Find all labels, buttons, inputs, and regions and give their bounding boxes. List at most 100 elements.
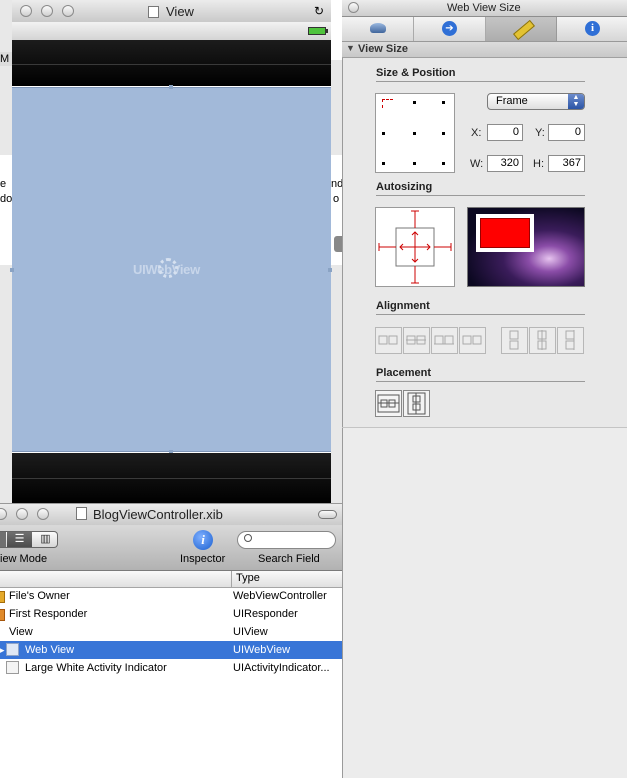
align-vertical-centers-button[interactable] (529, 327, 556, 354)
xib-minimize-button[interactable] (16, 508, 28, 520)
center-horizontally-button[interactable] (375, 390, 402, 417)
size-tab[interactable] (486, 17, 557, 41)
ruler-icon (513, 19, 535, 41)
column-divider[interactable] (231, 571, 232, 587)
autosizing-preview-frame (476, 214, 534, 252)
activity-indicator-icon[interactable] (158, 258, 178, 278)
table-row[interactable]: View UIView (0, 623, 342, 641)
x-field[interactable]: 0 (487, 124, 523, 141)
table-header (0, 571, 342, 588)
align-top-edges-button[interactable] (501, 327, 528, 354)
view-minimize-button[interactable] (41, 5, 53, 17)
row-type: UIResponder (233, 608, 298, 620)
background-window-right (331, 60, 342, 503)
align-left-edges-button[interactable] (375, 327, 402, 354)
column-view-icon[interactable]: ▥ (34, 532, 57, 547)
activity-indicator-object-icon (6, 661, 19, 674)
y-label: Y: (535, 127, 545, 139)
info-icon: i (585, 21, 600, 36)
center-vertically-button[interactable] (403, 390, 430, 417)
inspector-empty-area (343, 428, 627, 778)
x-label: X: (471, 127, 482, 139)
autosizing-control[interactable] (375, 207, 455, 287)
table-row[interactable]: File's Owner WebViewController (0, 587, 342, 605)
row-type: UIView (233, 626, 268, 638)
row-type: UIActivityIndicator... (233, 662, 330, 674)
row-type: WebViewController (233, 590, 327, 602)
frame-select[interactable]: Frame ▲ ▼ (487, 93, 585, 110)
inspector-info-icon[interactable]: i (193, 530, 213, 550)
origin-point[interactable] (442, 132, 445, 135)
align-right-edges-button[interactable] (431, 327, 458, 354)
view-mode-label: iew Mode (0, 553, 48, 565)
icon-view-mode-segment[interactable] (0, 532, 6, 547)
bg-fragment-e: e (0, 178, 7, 190)
navigation-bar (12, 40, 331, 86)
view-window-title: View (166, 4, 194, 19)
origin-point[interactable] (382, 132, 385, 135)
xib-document-icon (76, 507, 87, 520)
bg-fragment-control (334, 236, 342, 252)
inspector-close-button[interactable] (348, 2, 359, 13)
collapse-triangle-icon[interactable]: ▼ (346, 43, 355, 53)
view-size-section-title: View Size (358, 43, 408, 55)
bg-fragment-o: o (333, 193, 340, 205)
resize-handle-top[interactable] (169, 85, 173, 89)
list-view-icon[interactable]: ☰ (7, 532, 32, 547)
table-row-selected[interactable]: ▸ Web View UIWebView (0, 641, 342, 659)
identity-tab[interactable]: i (557, 17, 627, 41)
row-name: File's Owner (9, 590, 70, 602)
row-name: View (9, 626, 33, 638)
resize-handle-right[interactable] (328, 268, 332, 272)
align-horizontal-centers-button[interactable] (403, 327, 430, 354)
search-input[interactable] (237, 531, 336, 549)
origin-point[interactable] (413, 101, 416, 104)
autosizing-preview-view (480, 218, 530, 248)
inspector-label[interactable]: Inspector (180, 553, 225, 565)
w-field[interactable]: 320 (487, 155, 523, 172)
y-field[interactable]: 0 (548, 124, 585, 141)
row-type: UIWebView (233, 644, 291, 656)
view-document-icon (148, 6, 159, 18)
bg-fragment-do: do (0, 193, 13, 205)
table-row[interactable]: Large White Activity Indicator UIActivit… (0, 659, 342, 677)
connections-tab[interactable]: ➔ (414, 17, 486, 41)
origin-point[interactable] (413, 162, 416, 165)
toolbar-toggle-button[interactable] (318, 510, 337, 519)
origin-indicator-icon (382, 99, 393, 108)
slider-icon (370, 23, 386, 33)
search-field-label: Search Field (258, 553, 320, 565)
origin-point[interactable] (382, 162, 385, 165)
xib-zoom-button[interactable] (37, 508, 49, 520)
row-name: First Responder (9, 608, 88, 620)
frame-select-value: Frame (496, 95, 528, 107)
navigation-bar-divider (12, 64, 331, 65)
type-column-header[interactable]: Type (236, 572, 260, 584)
disclosure-triangle-icon[interactable]: ▸ (0, 641, 5, 659)
placeholder-object-icon (0, 591, 5, 603)
origin-point[interactable] (413, 132, 416, 135)
table-row[interactable]: First Responder UIResponder (0, 605, 342, 623)
h-label: H: (533, 158, 544, 170)
w-label: W: (470, 158, 484, 170)
align-bottom-vertical-button[interactable] (557, 327, 584, 354)
view-close-button[interactable] (20, 5, 32, 17)
status-bar (12, 22, 331, 40)
web-view-object-icon (6, 643, 19, 656)
origin-point[interactable] (442, 101, 445, 104)
align-bottom-edges-button[interactable] (459, 327, 486, 354)
arrow-circle-icon: ➔ (442, 21, 457, 36)
placement-header: Placement (376, 367, 585, 382)
autosizing-header: Autosizing (376, 181, 585, 196)
alignment-header: Alignment (376, 300, 585, 315)
h-field[interactable]: 367 (548, 155, 585, 172)
resize-handle-left[interactable] (10, 268, 14, 272)
attributes-tab[interactable] (342, 17, 414, 41)
rotate-icon[interactable]: ↻ (314, 4, 324, 18)
search-icon (244, 534, 252, 542)
view-zoom-button[interactable] (62, 5, 74, 17)
toolbar-divider (12, 478, 331, 479)
battery-tip-icon (326, 29, 328, 33)
origin-point[interactable] (442, 162, 445, 165)
inspector-title: Web View Size (447, 2, 521, 14)
